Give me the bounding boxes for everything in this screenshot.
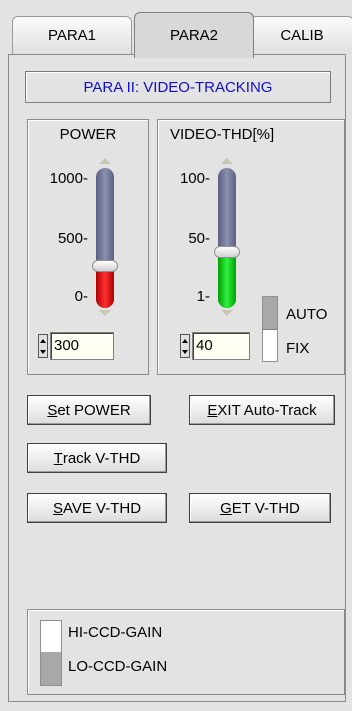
track-vthd-hotkey: T bbox=[53, 449, 63, 467]
video-thd-slider-track[interactable] bbox=[218, 168, 236, 308]
auto-fix-switch[interactable] bbox=[262, 296, 278, 362]
video-thd-label: VIDEO-THD[%] bbox=[170, 126, 275, 143]
get-vthd-hotkey: G bbox=[220, 499, 232, 517]
video-thd-increment-arrow-icon[interactable] bbox=[221, 158, 233, 164]
set-power-button[interactable]: Set POWER bbox=[27, 395, 151, 425]
track-vthd-button[interactable]: Track V-THD bbox=[27, 443, 167, 473]
ccd-gain-group: HI-CCD-GAIN LO-CCD-GAIN bbox=[27, 609, 345, 695]
page-title: PARA II: VIDEO-TRACKING bbox=[25, 71, 331, 103]
video-thd-spinner-icon[interactable] bbox=[180, 334, 190, 358]
power-slider-thumb[interactable] bbox=[92, 260, 118, 272]
tab-calib[interactable]: CALIB bbox=[250, 16, 352, 54]
exit-auto-track-hotkey: E bbox=[207, 401, 218, 419]
set-power-hotkey: S bbox=[47, 401, 58, 419]
tab-bar: PARA1 CALIB PARA2 bbox=[10, 12, 352, 58]
tab-para1[interactable]: PARA1 bbox=[12, 16, 132, 54]
power-group: POWER 1000- 500- 0- 300 bbox=[27, 119, 149, 375]
video-thd-tick-100: 100- bbox=[179, 170, 210, 187]
save-vthd-hotkey: S bbox=[52, 499, 63, 517]
power-slider-track[interactable] bbox=[96, 168, 114, 308]
lo-ccd-gain-label: LO-CCD-GAIN bbox=[68, 658, 168, 675]
switch-divider bbox=[263, 329, 277, 330]
video-thd-slider-fill bbox=[218, 252, 236, 308]
hi-ccd-gain-label: HI-CCD-GAIN bbox=[68, 624, 163, 641]
para2-panel: PARA II: VIDEO-TRACKING POWER 1000- 500-… bbox=[8, 54, 346, 702]
power-tick-0: 0- bbox=[74, 288, 88, 305]
video-thd-tick-1: 1- bbox=[196, 288, 210, 305]
ccd-gain-switch[interactable] bbox=[40, 620, 62, 686]
exit-auto-track-button[interactable]: E XIT Auto-Track bbox=[189, 395, 335, 425]
video-thd-decrement-arrow-icon[interactable] bbox=[221, 310, 233, 316]
get-vthd-button[interactable]: G ET V-THD bbox=[189, 493, 331, 523]
video-thd-group: VIDEO-THD[%] 100- 50- 1- 40 AUTO FIX bbox=[157, 119, 345, 375]
power-decrement-arrow-icon[interactable] bbox=[99, 310, 111, 316]
power-slider-fill bbox=[96, 266, 114, 308]
save-vthd-button[interactable]: S AVE V-THD bbox=[27, 493, 167, 523]
power-label: POWER bbox=[59, 126, 117, 143]
power-value-field[interactable]: 300 bbox=[50, 332, 114, 360]
fix-label: FIX bbox=[286, 340, 310, 357]
lo-gain-indicator bbox=[41, 652, 61, 685]
video-thd-slider-thumb[interactable] bbox=[214, 246, 240, 258]
auto-label: AUTO bbox=[286, 306, 328, 323]
power-increment-arrow-icon[interactable] bbox=[99, 158, 111, 164]
track-vthd-label: rack V-THD bbox=[62, 449, 141, 467]
power-tick-500: 500- bbox=[57, 230, 88, 247]
save-vthd-label: AVE V-THD bbox=[62, 499, 142, 517]
auto-switch-indicator bbox=[263, 297, 277, 329]
video-thd-value-field[interactable]: 40 bbox=[192, 332, 250, 360]
exit-auto-track-label: XIT Auto-Track bbox=[217, 401, 317, 419]
power-spinner-icon[interactable] bbox=[38, 334, 48, 358]
get-vthd-label: ET V-THD bbox=[231, 499, 300, 517]
video-thd-tick-50: 50- bbox=[188, 230, 210, 247]
power-tick-1000: 1000- bbox=[49, 170, 88, 187]
tab-para2[interactable]: PARA2 bbox=[134, 12, 254, 58]
set-power-label: et POWER bbox=[57, 401, 131, 419]
